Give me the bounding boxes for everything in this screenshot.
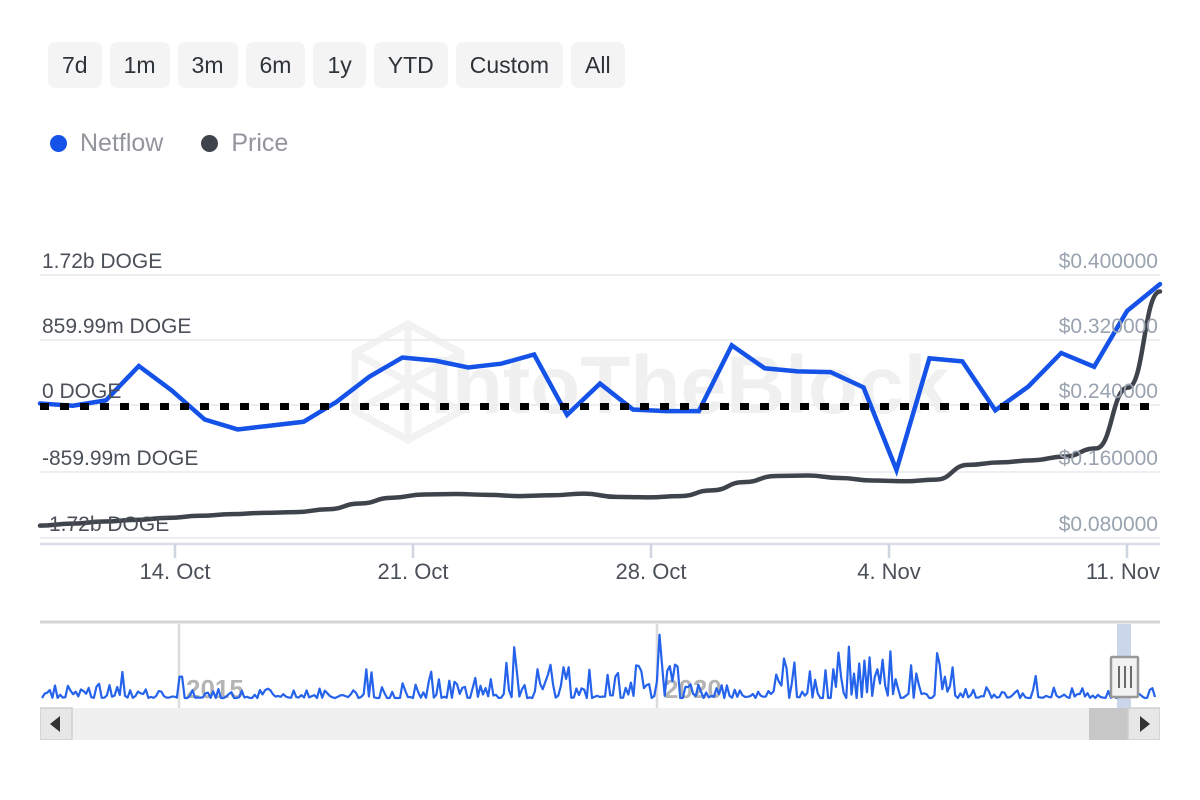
y-right-tick-label: $0.320000 [1059,315,1158,338]
x-tick-label: 11. Nov [1086,559,1160,584]
svg-text:IntoTheBlock: IntoTheBlock [430,340,950,431]
range-3m[interactable]: 3m [178,42,238,88]
chart-navigator[interactable]: 2015 2020 [40,620,1160,740]
x-tick-label: 14. Oct [140,559,211,584]
y-right-tick-label: $0.240000 [1059,380,1158,403]
y-axis-right-labels: $0.400000 $0.320000 $0.240000 $0.160000 $0.0… [1059,250,1158,536]
y-right-tick-label: $0.080000 [1059,513,1158,536]
y-left-tick-label: 1.72b DOGE [42,250,162,273]
y-left-tick-label: 0 DOGE [42,380,121,403]
price-color-dot [201,135,218,152]
legend-item-price[interactable]: Price [201,131,288,156]
chart-legend: Netflow Price [50,131,288,156]
x-axis-labels: 14. Oct 21. Oct 28. Oct 4. Nov 11. Nov [140,559,1160,584]
navigator-handle-right[interactable] [1111,657,1138,697]
x-tick-label: 21. Oct [378,559,449,584]
range-selector-toolbar: 7d1m3m6m1yYTDCustomAll [48,42,625,88]
y-left-tick-label: -859.99m DOGE [42,447,198,470]
range-1m[interactable]: 1m [110,42,170,88]
chart-x-ticks [175,544,1127,558]
range-all[interactable]: All [571,42,625,88]
range-1y[interactable]: 1y [313,42,365,88]
intotheblock-watermark: IntoTheBlock [355,324,950,440]
range-7d[interactable]: 7d [48,42,102,88]
legend-label-netflow: Netflow [80,131,163,156]
scrollbar-track[interactable] [40,708,1160,740]
netflow-price-chart[interactable]: IntoTheBlock 1.72b DOGE 859.99m DOGE 0 DOG… [0,248,1200,598]
y-left-tick-label: -1.72b DOGE [42,513,169,536]
range-ytd[interactable]: YTD [374,42,448,88]
y-left-tick-label: 859.99m DOGE [42,315,191,338]
scrollbar-right-button[interactable] [1128,708,1160,740]
scrollbar-left-button[interactable] [40,708,72,740]
y-right-tick-label: $0.400000 [1059,250,1158,273]
x-tick-label: 4. Nov [857,559,921,584]
range-6m[interactable]: 6m [246,42,306,88]
range-custom[interactable]: Custom [456,42,563,88]
netflow-color-dot [50,135,67,152]
legend-item-netflow[interactable]: Netflow [50,131,163,156]
x-tick-label: 28. Oct [616,559,687,584]
y-right-tick-label: $0.160000 [1059,447,1158,470]
legend-label-price: Price [231,131,288,156]
navigator-year-2015: 2015 [186,674,244,704]
